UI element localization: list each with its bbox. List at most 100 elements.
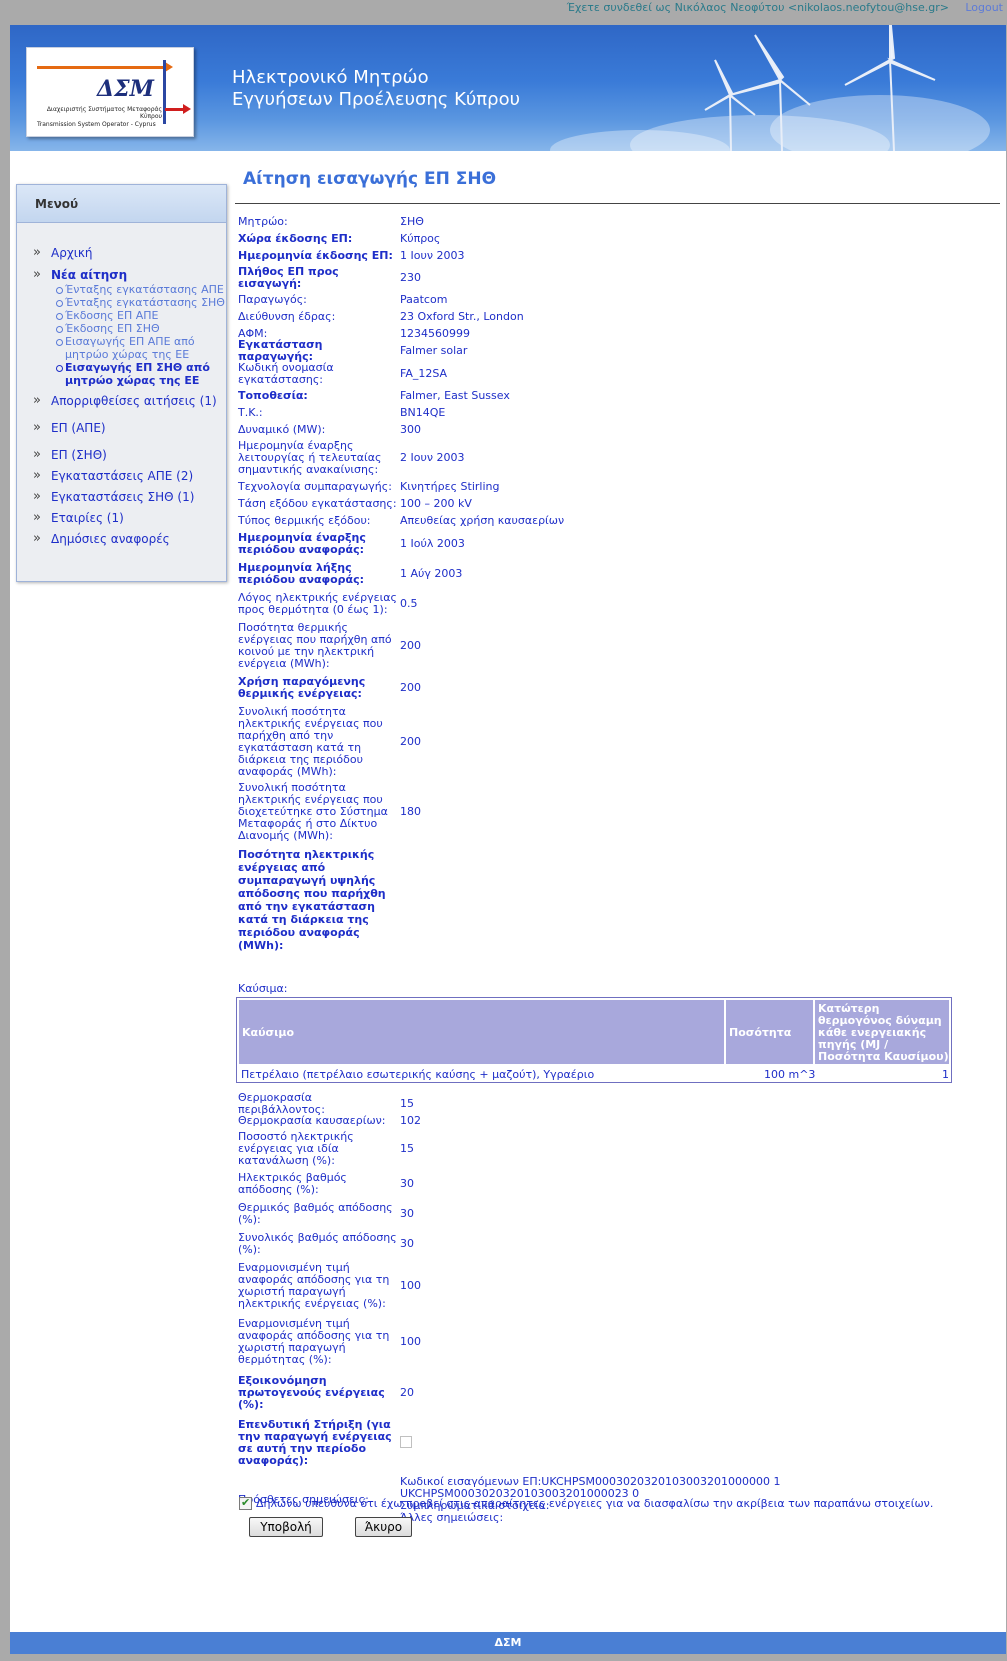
field-label: Κωδική ονομασία εγκατάστασης: <box>238 361 334 386</box>
submenu-chp-install[interactable]: Ένταξης εγκατάστασης ΣΗΘ <box>56 296 226 309</box>
field-label: Θερμικός βαθμός απόδοσης (%): <box>238 1201 393 1226</box>
field-label: Ημερομηνία έναρξης λειτουργίας ή τελευτα… <box>238 439 382 476</box>
field-row: Μητρώο: ΣΗΘ <box>235 215 1000 229</box>
field-row: Εναρμονισμένη τιμή αναφοράς απόδοσης για… <box>235 1261 1000 1311</box>
field-value: 300 <box>400 423 421 436</box>
field-value: 1 Αύγ 2003 <box>400 567 463 580</box>
field-row: Ημερομηνία έναρξης περιόδου αναφοράς: 1 … <box>235 531 1000 557</box>
field-value: FA_12SA <box>400 367 448 380</box>
field-value: 1 Ιούλ 2003 <box>400 537 465 550</box>
field-label: Εγκατάσταση παραγωγής: <box>238 338 323 363</box>
field-label: Ποσότητα ηλεκτρικής ενέργειας από συμπαρ… <box>238 848 386 952</box>
field-label: Δυναμικό (MW): <box>238 423 326 436</box>
field-row: Τεχνολογία συμπαραγωγής: Κινητήρες Stirl… <box>235 480 1000 494</box>
field-value: 30 <box>400 1177 414 1190</box>
table-cell-quantity: 100 m^3 <box>764 1068 816 1081</box>
menu-item-new-request-label[interactable]: Νέα αίτηση <box>51 268 127 282</box>
field-row: Χρήση παραγόμενης θερμικής ενέργειας: 20… <box>235 675 1000 701</box>
menu-item-public-reports[interactable]: Δημόσιες αναφορές <box>33 531 226 547</box>
field-value: 1234560999 <box>400 327 470 340</box>
menu-item-installations-chp[interactable]: Εγκαταστάσεις ΣΗΘ (1) <box>33 489 226 505</box>
declaration-row: Δηλώνω υπεύθυνα ότι έχω προβεί στις απαρ… <box>239 1496 934 1510</box>
field-row: Παραγωγός: Paatcom <box>235 293 1000 307</box>
logo-subtitle-english: Transmission System Operator - Cyprus <box>37 121 156 128</box>
field-value: 100 <box>400 1279 421 1292</box>
field-label: Εναρμονισμένη τιμή αναφοράς απόδοσης για… <box>238 1317 390 1366</box>
menu-title: Μενού <box>17 185 226 223</box>
table-header-quantity: Ποσότητα <box>726 1000 813 1064</box>
field-label: Ημερομηνία λήξης περιόδου αναφοράς: <box>238 561 365 586</box>
declaration-text: Δηλώνω υπεύθυνα ότι έχω προβεί στις απαρ… <box>256 1497 934 1510</box>
submenu-res-install[interactable]: Ένταξης εγκατάστασης ΑΠΕ <box>56 283 226 296</box>
field-label: Λόγος ηλεκτρικής ενέργειας προς θερμότητ… <box>238 591 397 616</box>
field-label: Θερμοκρασία καυσαερίων: <box>238 1114 386 1127</box>
table-header-calorific-value: Κατώτερη θερμογόνος δύναμη κάθε ενεργεια… <box>815 1000 949 1064</box>
table-cell-calorific-value: 1 <box>942 1068 949 1081</box>
field-value: 102 <box>400 1114 421 1127</box>
page-body: Μενού Αρχική Νέα αίτηση Ένταξης εγκατάστ… <box>10 151 1006 1632</box>
investment-support-checkbox[interactable] <box>400 1435 412 1448</box>
menu-item-installations-res[interactable]: Εγκαταστάσεις ΑΠΕ (2) <box>33 468 226 484</box>
field-row: Θερμοκρασία περιβάλλοντος: 15 <box>235 1092 1000 1116</box>
submenu-import-gp-res[interactable]: Εισαγωγής ΕΠ ΑΠΕ από μητρώο χώρας της ΕΕ <box>56 335 226 361</box>
menu-item-gp-chp[interactable]: ΕΠ (ΣΗΘ) <box>33 447 226 463</box>
page-title: Αίτηση εισαγωγής ΕΠ ΣΗΘ <box>243 169 497 189</box>
field-label: Ποσότητα θερμικής ενέργειας που παρήχθη … <box>238 621 392 670</box>
field-value <box>400 1435 412 1451</box>
field-row: Θερμικός βαθμός απόδοσης (%): 30 <box>235 1201 1000 1227</box>
field-value: 23 Oxford Str., London <box>400 310 524 323</box>
field-row: Τάση εξόδου εγκατάστασης: 100 – 200 kV <box>235 497 1000 511</box>
field-row: Θερμοκρασία καυσαερίων: 102 <box>235 1114 1000 1128</box>
table-header-label: Κατώτερη θερμογόνος δύναμη κάθε ενεργεια… <box>818 1002 949 1063</box>
menu-item-gp-res[interactable]: ΕΠ (ΑΠΕ) <box>33 420 226 436</box>
field-row: Χώρα έκδοσης ΕΠ: Κύπρος <box>235 232 1000 246</box>
menu-item-new-request: Νέα αίτηση Ένταξης εγκατάστασης ΑΠΕ Έντα… <box>33 267 226 387</box>
field-label: Εξοικονόμηση πρωτογενούς ενέργειας (%): <box>238 1374 385 1411</box>
logout-link[interactable]: Logout <box>965 1 1003 14</box>
field-value: 100 – 200 kV <box>400 497 472 510</box>
field-row: Ημερομηνία έκδοσης ΕΠ: 1 Ιουν 2003 <box>235 249 1000 263</box>
submit-button[interactable]: Υποβολή <box>249 1517 323 1537</box>
field-label: Συνολική ποσότητα ηλεκτρικής ενέργειας π… <box>238 705 383 778</box>
declaration-checkbox[interactable] <box>239 1496 252 1510</box>
logo-subtitle-greek: Διαχειριστής Συστήματος Μεταφοράς Κύπρου <box>46 106 162 120</box>
field-value: Κινητήρες Stirling <box>400 480 500 493</box>
field-value: 30 <box>400 1207 414 1220</box>
menu-item-home[interactable]: Αρχική <box>33 245 226 261</box>
submenu-issue-gp-chp[interactable]: Έκδοσης ΕΠ ΣΗΘ <box>56 322 226 335</box>
field-value: 180 <box>400 805 421 818</box>
field-row: Διεύθυνση έδρας: 23 Oxford Str., London <box>235 310 1000 324</box>
table-cell-fuel: Πετρέλαιο (πετρέλαιο εσωτερικής καύσης +… <box>241 1068 595 1081</box>
field-row: Ποσοστό ηλεκτρικής ενέργειας για ιδία κα… <box>235 1130 1000 1168</box>
field-label: Μητρώο: <box>238 215 288 228</box>
field-row: Ημερομηνία έναρξης λειτουργίας ή τελευτα… <box>235 439 1000 477</box>
menu-item-rejected[interactable]: Απορριφθείσες αιτήσεις (1) <box>33 393 226 409</box>
field-label: Τοποθεσία: <box>238 389 308 402</box>
field-row: Εναρμονισμένη τιμή αναφοράς απόδοσης για… <box>235 1317 1000 1367</box>
field-value: 15 <box>400 1142 414 1155</box>
field-label: Παραγωγός: <box>238 293 307 306</box>
field-row: Συνολικός βαθμός απόδοσης (%): 30 <box>235 1231 1000 1257</box>
top-bar: Έχετε συνδεθεί ως Νικόλαος Νεοφύτου <nik… <box>0 0 1007 24</box>
field-label: Επενδυτική Στήριξη (για την παραγωγή ενέ… <box>238 1418 392 1467</box>
notes-line: Άλλες σημειώσεις: <box>400 1511 504 1524</box>
field-value: Απευθείας χρήση καυσαερίων <box>400 514 565 527</box>
field-label: Συνολική ποσότητα ηλεκτρικής ενέργειας π… <box>238 781 388 842</box>
title-divider <box>235 203 1000 204</box>
field-row: Ηλεκτρικός βαθμός απόδοσης (%): 30 <box>235 1171 1000 1197</box>
field-label: Πλήθος ΕΠ προς εισαγωγή: <box>238 265 339 290</box>
field-value: 2 Ιουν 2003 <box>400 451 465 464</box>
submenu-issue-gp-res[interactable]: Έκδοσης ΕΠ ΑΠΕ <box>56 309 226 322</box>
field-row: Πλήθος ΕΠ προς εισαγωγή: 230 <box>235 265 1000 291</box>
logo-text: ΔΣΜ <box>97 76 154 102</box>
field-row: Συνολική ποσότητα ηλεκτρικής ενέργειας π… <box>235 704 1000 780</box>
field-value: Falmer, East Sussex <box>400 389 510 402</box>
header-banner: ΔΣΜ Διαχειριστής Συστήματος Μεταφοράς Κύ… <box>10 25 1006 151</box>
field-value: BN14QE <box>400 406 446 419</box>
field-row: Εξοικονόμηση πρωτογενούς ενέργειας (%): … <box>235 1373 1000 1413</box>
field-value: ΣΗΘ <box>400 215 424 228</box>
field-row: Εγκατάσταση παραγωγής: Falmer solar <box>235 339 1000 363</box>
cancel-button[interactable]: Άκυρο <box>355 1517 412 1537</box>
menu-item-companies[interactable]: Εταιρίες (1) <box>33 510 226 526</box>
submenu-import-gp-chp[interactable]: Εισαγωγής ΕΠ ΣΗΘ από μητρώο χώρας της ΕΕ <box>56 361 226 387</box>
